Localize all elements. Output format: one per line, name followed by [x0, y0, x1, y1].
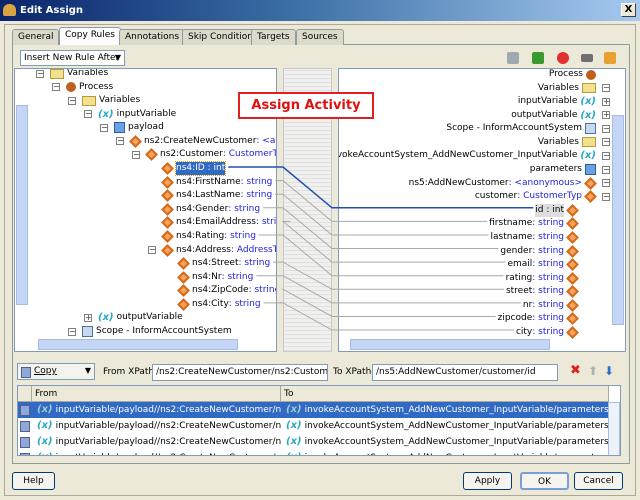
copy-icon	[20, 453, 30, 455]
to-cell: (x)invokeAccountSystem_AddNewCustomer_In…	[283, 450, 608, 455]
copy-icon	[21, 367, 31, 378]
to-cell: (x)invokeAccountSystem_AddNewCustomer_In…	[283, 418, 608, 434]
from-value: inputVariable/payload//ns2:CreateNewCust…	[55, 421, 281, 431]
apply-button[interactable]: Apply	[463, 472, 512, 490]
variable-icon: (x)	[37, 404, 53, 415]
to-cell: (x)invokeAccountSystem_AddNewCustomer_In…	[283, 434, 608, 450]
copy-icon	[20, 437, 30, 448]
copy-icon	[20, 405, 30, 416]
operation-select[interactable]: Copy ▼	[17, 363, 95, 380]
from-cell: (x)inputVariable/payload//ns2:CreateNewC…	[34, 402, 281, 418]
column-header-to[interactable]: To	[281, 386, 609, 402]
move-down-icon[interactable]: ⬇	[604, 364, 614, 378]
delete-rule-icon[interactable]: ✖	[570, 364, 581, 378]
variable-icon: (x)	[286, 404, 302, 415]
table-row[interactable]: (x)inputVariable/payload//ns2:CreateNewC…	[18, 434, 608, 450]
from-cell: (x)inputVariable/payload//ns2:CreateNewC…	[34, 418, 281, 434]
copy-rules-table: From To (x) inputVariable/payload//ns2:Cr…	[17, 385, 621, 456]
help-button[interactable]: Help	[12, 472, 55, 490]
selected-mapping-line[interactable]	[228, 166, 534, 209]
to-value: invokeAccountSystem_AddNewCustomer_Input…	[304, 405, 608, 415]
table-scrollbar[interactable]	[608, 402, 620, 455]
variable-icon: (x)	[286, 420, 302, 431]
from-xpath-input[interactable]: /ns2:CreateNewCustomer/ns2:Customer	[152, 364, 328, 381]
variable-icon: (x)	[37, 420, 53, 431]
chevron-down-icon: ▼	[84, 366, 91, 375]
operation-value: Copy	[34, 366, 57, 376]
table-row[interactable]: (x)inputVariable/payload//ns2:CreateNewC…	[18, 418, 608, 434]
from-value: inputVariable/payload//ns2:CreateNewCust…	[55, 437, 281, 447]
to-value: invokeAccountSystem_AddNewCustomer_Input…	[304, 437, 608, 447]
to-value: invokeAccountSystem_AddNewCustomer_Input…	[304, 421, 608, 431]
copy-icon	[20, 421, 30, 432]
variable-icon: (x)	[37, 452, 53, 455]
to-value: invokeAccountSystem_AddNewCustomer_Input…	[305, 453, 608, 455]
variable-icon: (x)	[37, 436, 53, 447]
from-value: inputVariable/payload//ns2:CreateNewCust…	[56, 453, 281, 455]
from-cell: (x)inputVariable/payload//ns2:CreateNewC…	[34, 450, 281, 455]
mapping-line[interactable]	[281, 220, 506, 263]
mapping-line[interactable]	[263, 207, 499, 250]
table-row[interactable]: (x)inputVariable/payload//ns2:CreateNewC…	[18, 402, 608, 418]
table-row[interactable]: (x)inputVariable/payload//ns2:CreateNewC…	[18, 450, 608, 455]
to-xpath-input[interactable]: /ns5:AddNewCustomer/customer/id	[372, 364, 558, 381]
to-xpath-label: To XPath:	[333, 367, 375, 377]
move-up-icon[interactable]: ⬆	[588, 364, 598, 378]
assign-activity-annotation: Assign Activity	[238, 92, 374, 119]
ok-button[interactable]: OK	[520, 472, 569, 490]
from-value: inputVariable/payload//ns2:CreateNewCust…	[55, 405, 281, 415]
mapping-lines	[228, 166, 534, 331]
from-cell: (x)inputVariable/payload//ns2:CreateNewC…	[34, 434, 281, 450]
column-header-from[interactable]: From	[32, 386, 281, 402]
from-xpath-label: From XPath:	[103, 367, 158, 377]
row-header-column	[18, 386, 32, 402]
cancel-button[interactable]: Cancel	[574, 472, 623, 490]
variable-icon: (x)	[286, 452, 302, 455]
to-cell: (x)invokeAccountSystem_AddNewCustomer_In…	[283, 402, 608, 418]
variable-icon: (x)	[286, 436, 302, 447]
